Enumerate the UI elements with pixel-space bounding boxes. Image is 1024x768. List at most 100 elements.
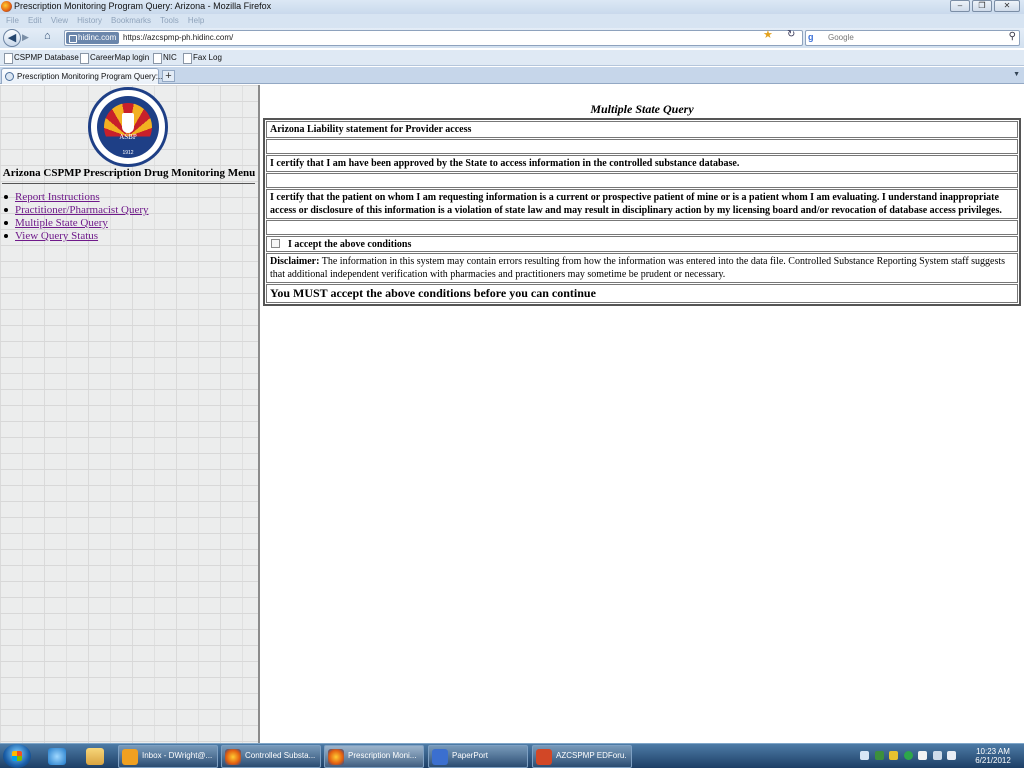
multiple-state-query-link[interactable]: Multiple State Query	[15, 217, 108, 229]
restore-button[interactable]: ❐	[972, 0, 992, 12]
forward-button[interactable]: ▶	[22, 32, 29, 43]
table-row-spacer	[266, 173, 1018, 188]
taskbar-button-label: Prescription Moni...	[348, 751, 417, 760]
taskbar-pin-file-explorer[interactable]	[78, 746, 112, 767]
back-button[interactable]: ◀	[3, 29, 21, 47]
seal-year: 1912	[122, 150, 134, 156]
firefox-icon	[1, 1, 12, 12]
tab-prescription-monitoring[interactable]: Prescription Monitoring Program Query:..…	[1, 68, 165, 84]
menu-help[interactable]: Help	[188, 14, 204, 28]
disclaimer-label: Disclaimer:	[270, 256, 320, 267]
certify-approved-statement: I certify that I am have been approved b…	[266, 155, 1018, 172]
internet-explorer-icon	[48, 748, 66, 765]
tray-sync-icon[interactable]	[903, 751, 913, 760]
menu-history[interactable]: History	[77, 14, 102, 28]
google-icon[interactable]: g	[808, 32, 814, 42]
bookmark-cspmp-database[interactable]: CSPMP Database	[4, 53, 79, 64]
page-favicon-icon	[5, 72, 14, 81]
sidebar-item-multiple-state-query: Multiple State Query	[4, 217, 149, 230]
menu-view[interactable]: View	[51, 14, 68, 28]
taskbar-button-label: AZCSPMP EDForu...	[556, 751, 626, 760]
page-title: Multiple State Query	[590, 102, 694, 116]
tab-strip: Prescription Monitoring Program Query:..…	[0, 67, 1024, 84]
certify-patient-statement: I certify that the patient on whom I am …	[266, 189, 1018, 219]
start-button[interactable]	[3, 744, 31, 768]
windows-taskbar: Inbox - DWright@... Controlled Substa...…	[0, 743, 1024, 768]
tab-list-chevron-icon[interactable]: ▼	[1013, 71, 1020, 78]
firefox-icon	[328, 749, 344, 765]
tray-app-icon[interactable]	[889, 751, 899, 760]
disclaimer-row: Disclaimer: The information in this syst…	[266, 253, 1018, 283]
menu-bookmarks[interactable]: Bookmarks	[111, 14, 151, 28]
url-bar[interactable]: hidinc.com https://azcspmp-ph.hidinc.com…	[64, 30, 803, 46]
pharmacy-board-seal-logo: ASBP 1912	[88, 87, 168, 167]
menu-tools[interactable]: Tools	[160, 14, 179, 28]
outlook-icon	[122, 749, 138, 765]
practitioner-pharmacist-query-link[interactable]: Practitioner/Pharmacist Query	[15, 204, 149, 216]
clock-date: 6/21/2012	[975, 756, 1011, 765]
firefox-icon	[225, 749, 241, 765]
taskbar-pin-internet-explorer[interactable]	[40, 746, 74, 767]
liability-heading: Arizona Liability statement for Provider…	[266, 121, 1018, 138]
system-tray	[858, 747, 968, 765]
folder-icon	[86, 748, 104, 765]
view-query-status-link[interactable]: View Query Status	[15, 230, 98, 242]
clock-time: 10:23 AM	[976, 747, 1010, 756]
bookmarks-toolbar: CSPMP Database CareerMap login NIC Fax L…	[0, 50, 1024, 66]
tray-volume-icon[interactable]	[947, 751, 957, 760]
window-controls: – ❐ ✕	[950, 0, 1020, 12]
taskbar-button-label: PaperPort	[452, 751, 489, 760]
search-icon[interactable]: ⚲	[1009, 31, 1016, 42]
url-text[interactable]: https://azcspmp-ph.hidinc.com/	[123, 32, 233, 44]
seal-abbreviation: ASBP	[119, 133, 137, 141]
sidebar-menu: Report Instructions Practitioner/Pharmac…	[4, 191, 149, 243]
menu-edit[interactable]: Edit	[28, 14, 42, 28]
liability-statement-table: Arizona Liability statement for Provider…	[263, 118, 1021, 306]
tray-network-icon[interactable]	[932, 751, 942, 760]
navigation-toolbar: ◀ ▶ ⌂ hidinc.com https://azcspmp-ph.hidi…	[0, 28, 1024, 48]
bookmark-careermap-login[interactable]: CareerMap login	[80, 53, 149, 64]
sidebar-item-practitioner-query: Practitioner/Pharmacist Query	[4, 204, 149, 217]
minimize-button[interactable]: –	[950, 0, 970, 12]
accept-conditions-row: I accept the above conditions	[266, 236, 1018, 252]
sidebar-item-view-query-status: View Query Status	[4, 230, 149, 243]
window-title: Prescription Monitoring Program Query: A…	[14, 1, 272, 11]
taskbar-button-outlook[interactable]: Inbox - DWright@...	[118, 745, 218, 768]
menu-title: Arizona CSPMP Prescription Drug Monitori…	[2, 167, 256, 179]
tray-shield-icon[interactable]	[860, 751, 869, 760]
search-box[interactable]: g Google ⚲	[805, 30, 1020, 46]
bookmark-star-icon[interactable]: ★	[763, 28, 773, 41]
close-button[interactable]: ✕	[994, 0, 1020, 12]
sidebar-item-report-instructions: Report Instructions	[4, 191, 149, 204]
search-placeholder: Google	[828, 33, 854, 42]
paperport-icon	[432, 749, 448, 765]
menu-bar: File Edit View History Bookmarks Tools H…	[0, 14, 1024, 28]
menu-divider	[2, 183, 255, 184]
powerpoint-icon	[536, 749, 552, 765]
table-row-spacer	[266, 139, 1018, 154]
taskbar-button-prescription-monitoring[interactable]: Prescription Moni...	[324, 745, 424, 768]
home-icon[interactable]: ⌂	[44, 30, 51, 42]
menu-file[interactable]: File	[6, 14, 19, 28]
must-accept-message: You MUST accept the above conditions bef…	[266, 284, 1018, 303]
reload-icon[interactable]: ↻	[787, 29, 795, 40]
taskbar-clock[interactable]: 10:23 AM 6/21/2012	[968, 747, 1018, 765]
taskbar-button-label: Controlled Substa...	[245, 751, 315, 760]
table-row-spacer	[266, 220, 1018, 235]
taskbar-button-powerpoint[interactable]: AZCSPMP EDForu...	[532, 745, 632, 768]
window-titlebar: Prescription Monitoring Program Query: A…	[0, 0, 1024, 14]
bookmark-nic[interactable]: NIC	[153, 53, 177, 64]
accept-conditions-label[interactable]: I accept the above conditions	[288, 239, 411, 250]
tray-flag-icon[interactable]	[918, 751, 928, 760]
mortar-pestle-icon	[122, 113, 134, 133]
tray-network-share-icon[interactable]	[874, 751, 884, 760]
disclaimer-text: The information in this system may conta…	[270, 256, 1006, 280]
accept-conditions-checkbox[interactable]	[271, 239, 280, 248]
taskbar-button-controlled-substances[interactable]: Controlled Substa...	[221, 745, 321, 768]
tab-label: Prescription Monitoring Program Query:..…	[17, 72, 165, 81]
report-instructions-link[interactable]: Report Instructions	[15, 191, 100, 203]
site-identity-badge[interactable]: hidinc.com	[66, 32, 120, 44]
bookmark-fax-log[interactable]: Fax Log	[183, 53, 222, 64]
taskbar-button-paperport[interactable]: PaperPort	[428, 745, 528, 768]
new-tab-button[interactable]: +	[162, 70, 175, 82]
